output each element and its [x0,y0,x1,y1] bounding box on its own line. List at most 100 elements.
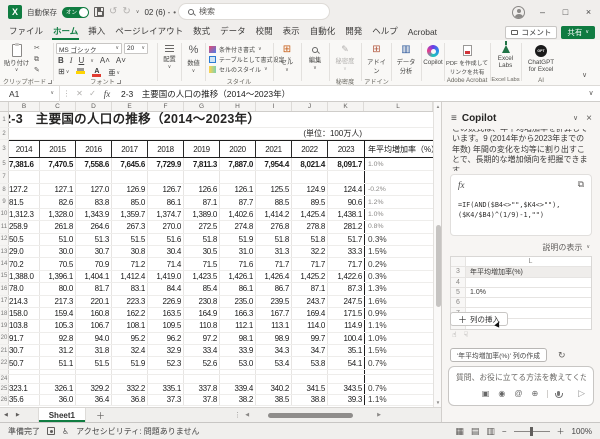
grid-cell[interactable]: 39.3 [328,395,364,405]
format-painter-icon[interactable]: ✎ [34,66,40,75]
grid-cell[interactable]: 110.8 [184,320,220,331]
macro-record-icon[interactable] [47,427,55,435]
grid-cell[interactable]: 264.6 [76,221,112,232]
grid-cell[interactable]: 105.3 [40,320,76,331]
tab-ホーム[interactable]: ホーム [48,23,83,40]
split-handle-icon[interactable]: ⋮ [234,411,241,419]
col-header-C[interactable]: C [40,102,76,111]
col-header-K[interactable]: K [328,102,364,111]
copy-formula-icon[interactable]: ⧉ [578,179,584,190]
grid-cell[interactable]: 51.7 [328,234,364,245]
vertical-scrollbar[interactable]: ▲ ▼ [433,102,441,407]
grid-cell[interactable]: 247.5 [328,296,364,307]
grid-cell[interactable]: 2018 [148,140,184,158]
grid-cell[interactable] [112,171,148,183]
row-header-9[interactable]: 9 [0,196,9,207]
grid-cell[interactable]: 126.6 [184,184,220,195]
grid-cell[interactable]: 86.7 [256,283,292,294]
grid-cell[interactable]: 32.9 [148,345,184,356]
grid-cell[interactable]: 1,422.6 [328,271,364,282]
cut-icon[interactable]: ✂ [34,44,40,53]
grid-cell[interactable]: 7,729.9 [148,158,184,170]
grid-cell[interactable] [364,375,433,383]
col-header-L[interactable]: L [364,102,433,111]
grid-cell[interactable]: 87.1 [292,283,328,294]
grid-cell[interactable] [148,375,184,383]
grid-cell[interactable] [76,375,112,383]
grid-cell[interactable]: 71.4 [148,258,184,269]
grid-cell[interactable]: 51.8 [184,234,220,245]
grid-cell[interactable]: 103.8 [9,320,40,331]
grid-cell[interactable]: 51.6 [148,234,184,245]
grid-cell[interactable]: 30.7 [9,345,40,356]
row-header-14[interactable]: 14 [0,258,9,269]
grid-cell[interactable]: 0.3% [364,234,433,245]
grid-cell[interactable]: 1,438.1 [328,209,364,220]
col-header-G[interactable]: G [184,102,220,111]
grid-cell[interactable]: 1,396.1 [40,271,76,282]
grid-cell[interactable] [148,171,184,183]
grid-cell[interactable]: 71.7 [292,258,328,269]
grid-cell[interactable] [9,171,40,183]
grid-cell[interactable]: 54.1 [328,357,364,368]
grid-cell[interactable]: 114.9 [328,320,364,331]
grid-cell[interactable]: 32.4 [112,345,148,356]
grid-cell[interactable]: 223.3 [112,296,148,307]
mention-icon[interactable]: @ [514,389,522,398]
grid-cell[interactable]: 70.9 [76,258,112,269]
grid-cell[interactable]: 83.1 [112,283,148,294]
grid-cell[interactable]: 8,091.7 [328,158,364,170]
grid-cell[interactable]: 1,402.6 [220,209,256,220]
grid-cell[interactable]: 36.8 [112,395,148,405]
sheet-title-cell[interactable]: 2-3 主要国の人口の推移（2014～2023年） [9,112,441,127]
pane-close-icon[interactable]: × [586,113,592,124]
grid-cell[interactable]: 71.5 [184,258,220,269]
grid-cell[interactable]: 1,312.3 [9,209,40,220]
group-number[interactable]: % 数値 ∨ [182,40,205,86]
grid-cell[interactable]: 261.8 [40,221,76,232]
grid-cell[interactable]: 1,426.1 [220,271,256,282]
insert-function-icon[interactable]: fx [99,89,115,99]
grid-cell[interactable]: 50.7 [9,357,40,368]
grid-cell[interactable]: 1,389.0 [184,209,220,220]
grid-cell[interactable]: 98.1 [220,333,256,344]
pct-header-cell[interactable]: 年平均増加率（%） [364,140,433,158]
grid-cell[interactable]: 126.7 [148,184,184,195]
horizontal-scrollbar[interactable]: ⋮ ◀ ▶ [234,411,381,420]
group-cells[interactable]: ⊞ セル ∨ [274,40,300,86]
grid-cell[interactable]: 0.8% [364,221,433,232]
grid-cell[interactable] [292,375,328,383]
grid-cell[interactable]: 163.5 [148,308,184,319]
grid-cell[interactable]: 0.9% [364,308,433,319]
grid-cell[interactable] [328,171,364,183]
grid-cell[interactable]: 81.5 [9,196,40,207]
grid-cell[interactable]: 7,887.0 [220,158,256,170]
grid-cell[interactable]: 31.0 [220,246,256,257]
grid-cell[interactable]: 51.3 [76,234,112,245]
agents-icon[interactable]: ◉ [498,389,505,398]
grid-cell[interactable]: 8,021.4 [292,158,328,170]
grid-cell[interactable]: 160.8 [76,308,112,319]
zoom-slider[interactable] [514,431,550,432]
row-header-8[interactable]: 8 [0,184,9,195]
grid-cell[interactable]: 1.6% [364,296,433,307]
grid-cell[interactable]: 2015 [40,140,76,158]
grid-cell[interactable]: 30.7 [76,246,112,257]
next-sheet-icon[interactable]: ▶ [12,412,24,418]
unit-cell[interactable]: (単位：100万人) [9,128,364,139]
grid-cell[interactable]: 1.5% [364,246,433,257]
grid-cell[interactable] [328,370,364,374]
scroll-down-icon[interactable]: ▼ [434,400,441,405]
col-header-F[interactable]: F [148,102,184,111]
underline-button[interactable]: U [78,57,84,65]
row-header-12[interactable]: 12 [0,234,9,245]
tab-数式[interactable]: 数式 [188,23,215,40]
row-header-11[interactable]: 11 [0,221,9,232]
grid-cell[interactable]: 53.0 [220,357,256,368]
zoom-in-icon[interactable]: ＋ [557,426,565,437]
grid-cell[interactable]: 38.5 [256,395,292,405]
grid-cell[interactable]: 158.0 [9,308,40,319]
grid-cell[interactable]: 95.2 [112,333,148,344]
zoom-out-icon[interactable]: − [502,427,507,436]
grid-cell[interactable]: 35.1 [328,345,364,356]
